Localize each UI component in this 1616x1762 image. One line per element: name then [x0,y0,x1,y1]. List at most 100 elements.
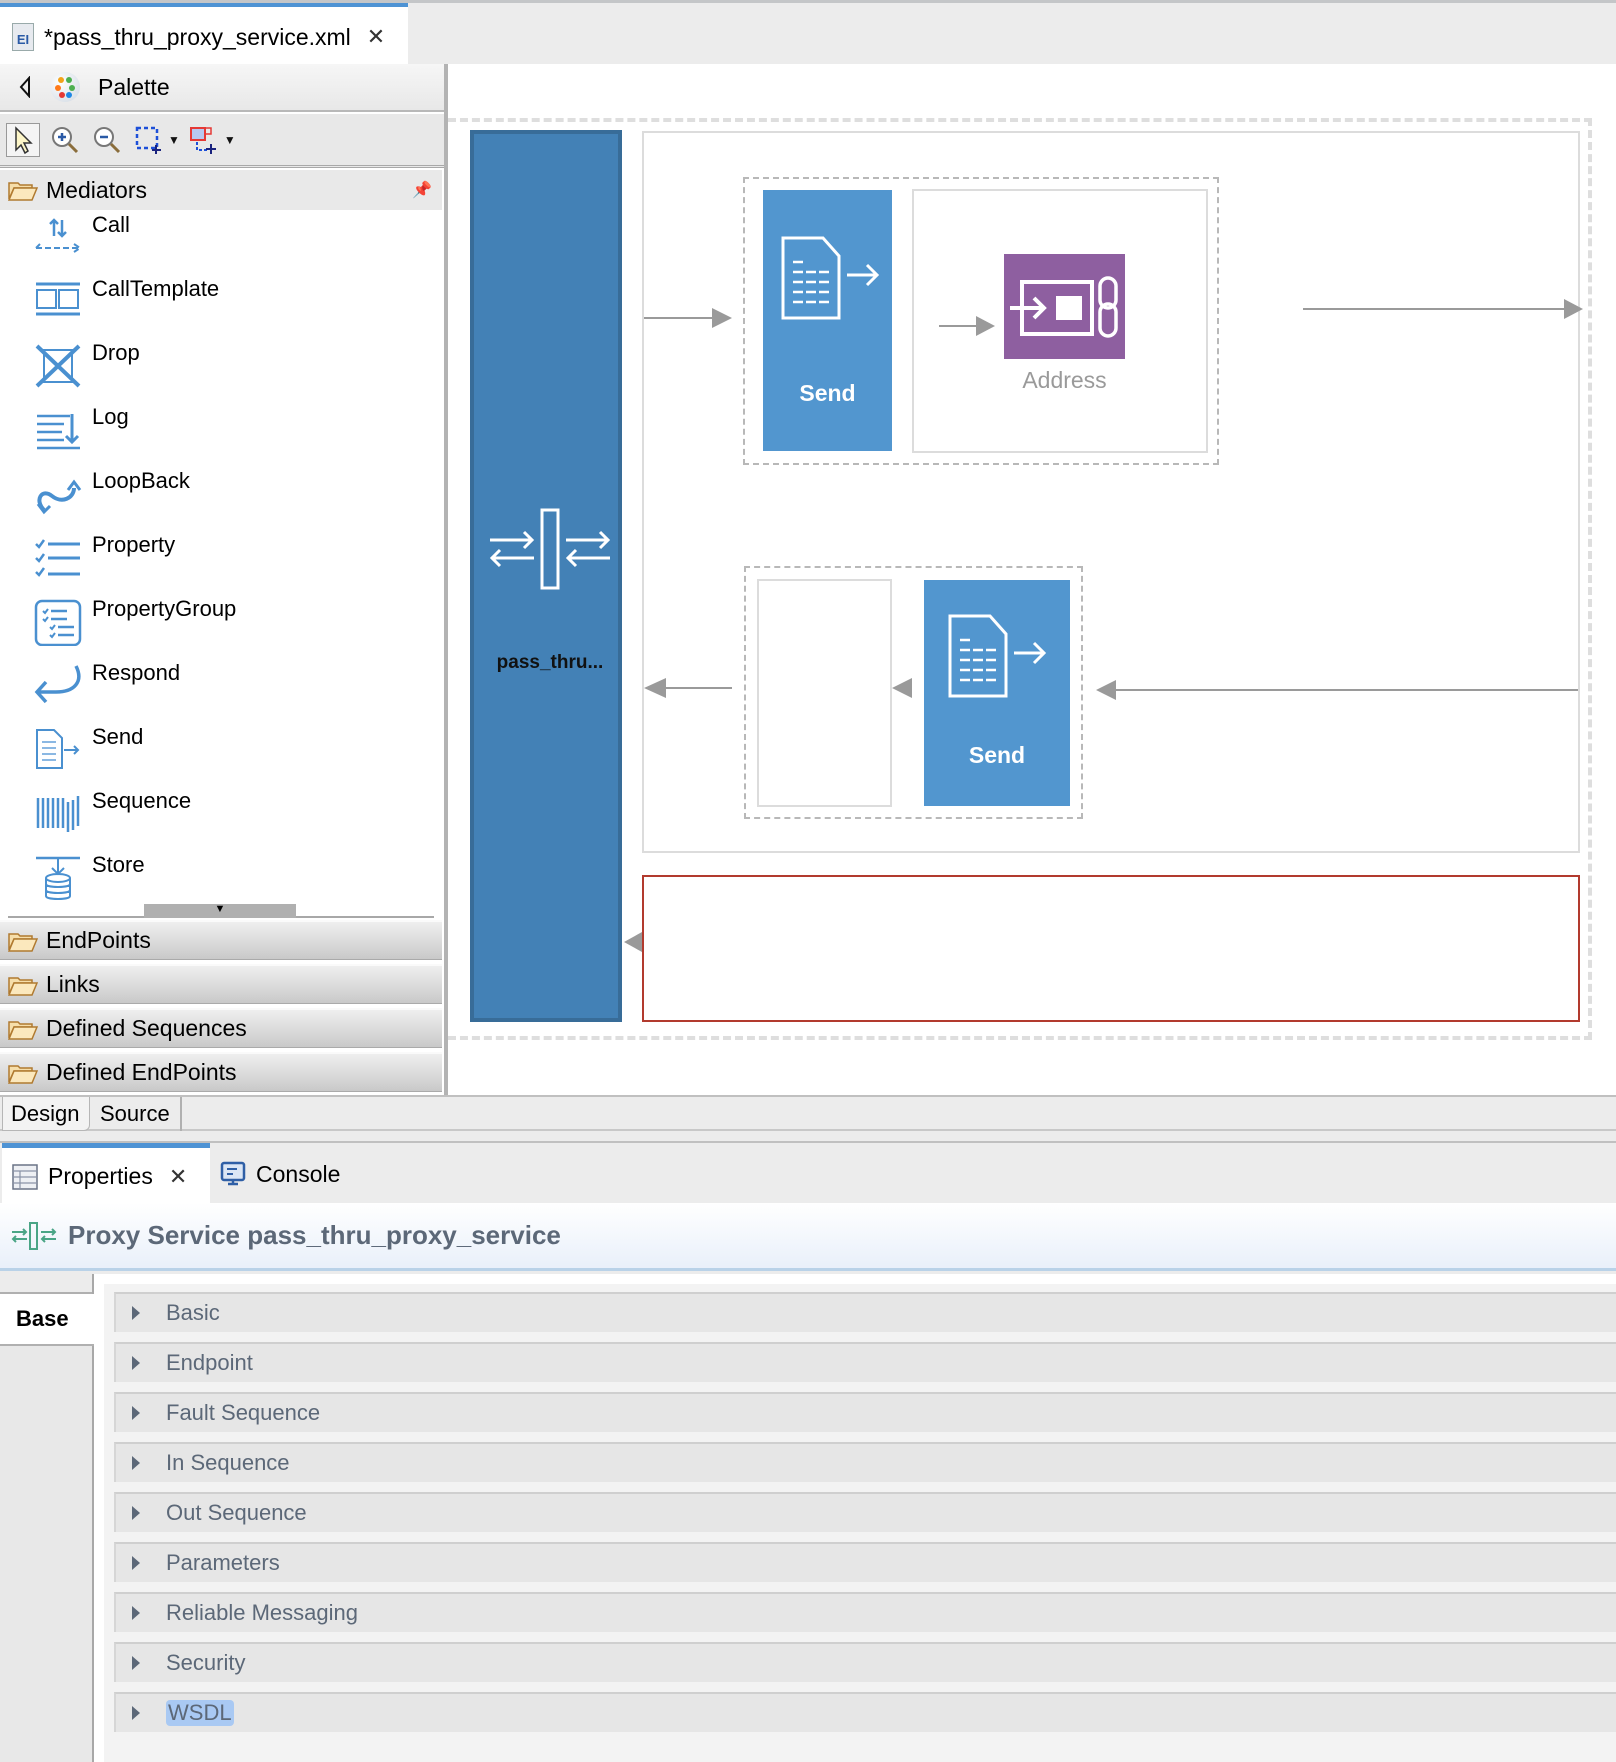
section-in-sequence[interactable]: In Sequence [114,1442,1616,1482]
zoom-in-icon [52,126,79,153]
properties-tab-column [0,1274,94,1762]
mediator-tool-list: Call CallTemplate Drop Log LoopBack Prop… [0,210,442,914]
collapse-palette-icon[interactable] [18,76,32,98]
proxy-service-small-icon [11,1221,57,1250]
scroll-down-icon: ▼ [214,903,226,915]
section-reliable-messaging[interactable]: Reliable Messaging [114,1592,1616,1632]
send-document-icon [948,614,1047,698]
send-mediator-in[interactable]: Send [763,190,892,451]
tab-design[interactable]: Design [2,1097,90,1131]
properties-tab-spacer [0,1274,92,1294]
palette-tool-loopback[interactable]: LoopBack [0,466,442,530]
section-label: Endpoint [166,1350,253,1375]
palette-tool-respond[interactable]: Respond [0,658,442,722]
palette-tool-sequence[interactable]: Sequence [0,786,442,850]
diagram-canvas[interactable]: pass_thru... Send Address Send [448,64,1616,1095]
address-endpoint-label: Address [1022,367,1107,393]
expand-triangle-icon [132,1606,140,1620]
send-document-icon [781,236,880,320]
properties-title: Proxy Service pass_thru_proxy_service [68,1220,561,1250]
palette-tool-call[interactable]: Call [0,210,442,274]
property-icon [35,539,80,577]
sequence-icon [36,796,80,832]
send-label: Send [799,380,856,406]
palette-header: Palette [0,64,444,112]
palette-logo-icon [50,72,80,102]
tab-base[interactable]: Base [0,1294,94,1346]
tab-properties[interactable]: Properties ✕ [2,1143,210,1205]
section-label: In Sequence [166,1450,290,1475]
section-wsdl[interactable]: WSDL [114,1692,1616,1732]
palette-tool-label: Store [92,852,145,877]
palette-tool-label: Drop [92,340,140,365]
palette-scroll-down-button[interactable]: ▼ [144,904,296,918]
proxy-service-node[interactable]: pass_thru... [470,130,622,1022]
editor-tab-bar: EI *pass_thru_proxy_service.xml ✕ [0,0,1616,67]
call-icon [35,218,82,253]
section-fault-sequence[interactable]: Fault Sequence [114,1392,1616,1432]
palette-tool-send[interactable]: Send [0,722,442,786]
folder-open-icon [8,932,38,952]
tab-console-label: Console [256,1160,341,1187]
section-security[interactable]: Security [114,1642,1616,1682]
expand-triangle-icon [132,1706,140,1720]
section-label: Out Sequence [166,1500,307,1525]
section-endpoint[interactable]: Endpoint [114,1342,1616,1382]
close-tab-icon[interactable]: ✕ [367,24,385,50]
folder-open-icon [8,976,38,996]
console-monitor-icon [220,1161,246,1186]
close-properties-icon[interactable]: ✕ [169,1164,187,1190]
palette-tool-label: Send [92,724,144,749]
property-sections: Basic Endpoint Fault Sequence In Sequenc… [104,1284,1616,1762]
section-basic[interactable]: Basic [114,1292,1616,1332]
zoom-in-tool[interactable] [48,123,82,157]
tab-source[interactable]: Source [92,1097,182,1131]
section-label-selected: WSDL [166,1700,234,1726]
marquee-tool[interactable] [132,123,166,157]
send-icon [36,729,80,769]
esb-file-icon: EI [12,23,34,51]
palette-tool-label: LoopBack [92,468,190,493]
send-mediator-out[interactable]: Send [924,580,1070,806]
palette-tool-propertygroup[interactable]: PropertyGroup [0,594,442,658]
properties-header: Proxy Service pass_thru_proxy_service [0,1203,1616,1271]
expand-triangle-icon [132,1406,140,1420]
palette-tool-property[interactable]: Property [0,530,442,594]
marquee-dropdown-icon[interactable]: ▼ [168,133,180,147]
drawer-endpoints[interactable]: EndPoints [0,920,442,960]
select-tool[interactable] [6,122,40,157]
editor-page-tabs: Design Source [0,1095,1616,1131]
tab-console[interactable]: Console [220,1143,340,1205]
zoom-out-tool[interactable] [90,123,124,157]
expand-triangle-icon [132,1456,140,1470]
fault-sequence-container[interactable] [642,875,1580,1022]
palette-tool-label: Property [92,532,176,557]
palette-tool-label: CallTemplate [92,276,220,301]
bottom-view-tabs: Properties ✕ Console [0,1141,1616,1205]
drawer-defined-endpoints[interactable]: Defined EndPoints [0,1052,442,1092]
log-icon [37,414,80,450]
section-parameters[interactable]: Parameters [114,1542,1616,1582]
palette-toolbar: ▼ ▼ [0,114,444,168]
address-endpoint-node[interactable] [1004,254,1125,359]
palette-tool-calltemplate[interactable]: CallTemplate [0,274,442,338]
pin-icon[interactable]: 📌 [412,180,432,200]
tab-properties-label: Properties [48,1163,153,1189]
palette-tool-label: Respond [92,660,181,685]
connection-dropdown-icon[interactable]: ▼ [224,133,236,147]
section-out-sequence[interactable]: Out Sequence [114,1492,1616,1532]
drawer-mediators[interactable]: Mediators 📌 [0,170,442,210]
palette: Palette ▼ ▼ Mediators 📌 Call CallTemplat… [0,64,448,1095]
drawer-defined-sequences[interactable]: Defined Sequences [0,1008,442,1048]
drop-icon [35,344,81,388]
pointer-arrow-icon [15,125,33,154]
expand-triangle-icon [132,1656,140,1670]
drawer-links[interactable]: Links [0,964,442,1004]
connection-creation-tool[interactable] [188,123,222,157]
drawer-label: Defined EndPoints [46,1059,237,1085]
palette-tool-log[interactable]: Log [0,402,442,466]
editor-tab-pass-thru-proxy-service[interactable]: EI *pass_thru_proxy_service.xml ✕ [0,3,408,67]
editor-tab-title: *pass_thru_proxy_service.xml [44,23,351,50]
palette-tool-label: PropertyGroup [92,596,237,621]
palette-tool-drop[interactable]: Drop [0,338,442,402]
